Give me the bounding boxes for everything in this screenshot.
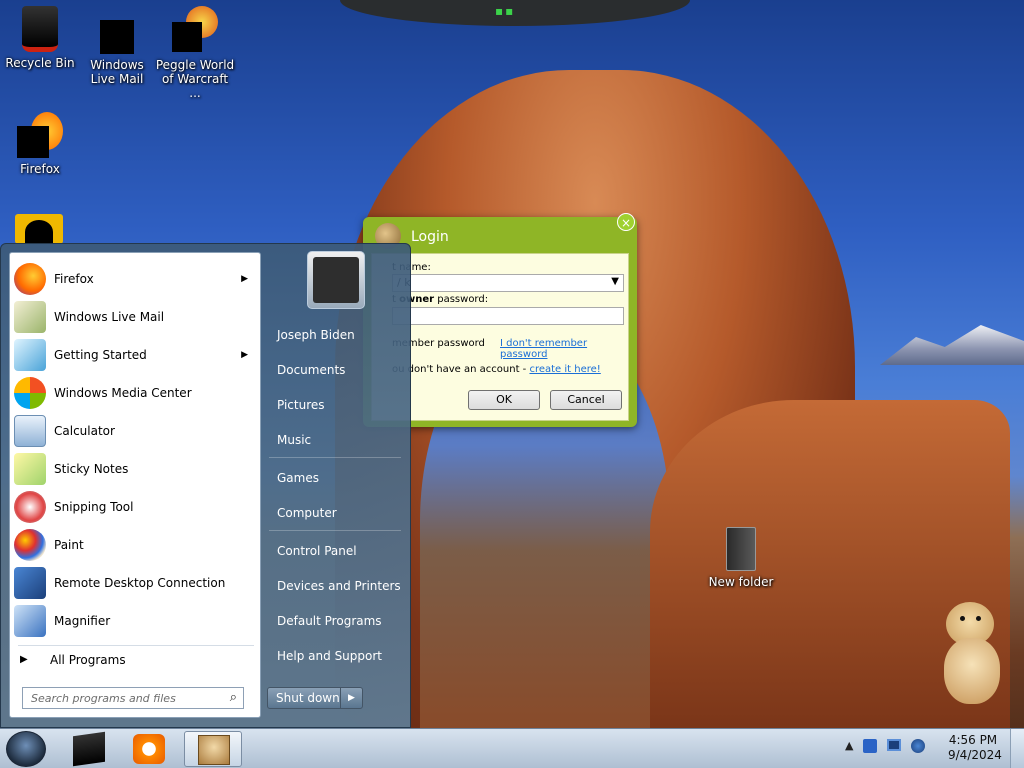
chevron-down-icon: ▼ xyxy=(611,276,619,287)
link-documents[interactable]: Documents xyxy=(277,363,345,377)
folder-icon xyxy=(726,527,756,571)
desktop-icon-label: New folder xyxy=(708,575,774,589)
link-help-and-support[interactable]: Help and Support xyxy=(277,649,382,663)
show-hidden-icons-icon[interactable]: ▲ xyxy=(845,739,853,753)
desktop-icon-label: Firefox xyxy=(20,162,60,176)
media-center-icon xyxy=(14,377,46,409)
program-remote-desktop-connection[interactable]: Remote Desktop Connection xyxy=(12,565,258,601)
program-magnifier[interactable]: Magnifier xyxy=(12,603,258,639)
taskbar-button-mail[interactable] xyxy=(60,731,118,767)
box-app-icon xyxy=(198,735,230,765)
taskbar-button-box-app[interactable] xyxy=(184,731,242,767)
hamster-gadget[interactable] xyxy=(940,602,1006,706)
shutdown-button[interactable]: Shut down ▶ xyxy=(267,687,363,709)
link-user-folder[interactable]: Joseph Biden xyxy=(277,328,355,342)
search-input[interactable]: Search programs and files ⌕ xyxy=(22,687,244,709)
link-default-programs[interactable]: Default Programs xyxy=(277,614,382,628)
desktop-icon-label: Windows Live Mail xyxy=(90,58,144,86)
firefox-icon xyxy=(17,112,63,158)
program-getting-started[interactable]: Getting Started ▶ xyxy=(12,337,258,373)
remote-desktop-icon xyxy=(14,567,46,599)
no-account-text: ou don't have an account - create it her… xyxy=(392,364,601,375)
shutdown-options-arrow-icon[interactable]: ▶ xyxy=(340,688,362,708)
windows-live-mail-icon xyxy=(73,731,105,767)
search-placeholder: Search programs and files xyxy=(31,692,176,705)
link-devices-and-printers[interactable]: Devices and Printers xyxy=(277,579,401,593)
desktop-icon-windows-live-mail[interactable]: Windows Live Mail xyxy=(77,6,157,86)
paint-icon xyxy=(14,529,46,561)
media-player-icon xyxy=(133,734,165,764)
link-pictures[interactable]: Pictures xyxy=(277,398,325,412)
desktop-icon-peggle[interactable]: Peggle World of Warcraft ... xyxy=(155,6,235,100)
show-desktop-button[interactable] xyxy=(1010,729,1024,768)
programs-pane: Firefox ▶ Windows Live Mail Getting Star… xyxy=(9,252,261,718)
display-icon[interactable] xyxy=(887,739,902,751)
wallpaper-mountains xyxy=(880,325,1024,365)
link-music[interactable]: Music xyxy=(277,433,311,447)
divider xyxy=(269,457,401,458)
password-field[interactable] xyxy=(392,307,624,325)
link-computer[interactable]: Computer xyxy=(277,506,337,520)
program-calculator[interactable]: Calculator xyxy=(12,413,258,449)
program-windows-live-mail[interactable]: Windows Live Mail xyxy=(12,299,258,335)
clock[interactable]: 4:56 PM 9/4/2024 xyxy=(948,733,1002,763)
getting-started-icon xyxy=(14,339,46,371)
network-icon[interactable] xyxy=(863,739,878,753)
close-button[interactable]: × xyxy=(617,213,635,231)
system-tray: ▲ xyxy=(845,739,926,753)
program-firefox[interactable]: Firefox ▶ xyxy=(12,261,258,297)
start-menu: Firefox ▶ Windows Live Mail Getting Star… xyxy=(0,243,411,728)
program-sticky-notes[interactable]: Sticky Notes xyxy=(12,451,258,487)
program-snipping-tool[interactable]: Snipping Tool xyxy=(12,489,258,525)
desktop-icon-new-folder[interactable]: New folder xyxy=(701,527,781,589)
desktop-icon-label: Recycle Bin xyxy=(5,56,75,70)
dock-indicator-icon: ▪▪ xyxy=(495,4,516,18)
username-select[interactable]: / k ▼ xyxy=(392,274,624,292)
sticky-notes-icon xyxy=(14,453,46,485)
desktop-icon-firefox[interactable]: Firefox xyxy=(0,112,80,176)
program-paint[interactable]: Paint xyxy=(12,527,258,563)
link-games[interactable]: Games xyxy=(277,471,319,485)
submenu-arrow-icon: ▶ xyxy=(241,274,248,284)
magnifier-icon xyxy=(14,605,46,637)
desktop-icon-recycle-bin[interactable]: Recycle Bin xyxy=(0,6,80,70)
recycle-bin-icon xyxy=(22,6,58,52)
taskbar: ▲ 4:56 PM 9/4/2024 xyxy=(0,728,1024,768)
desktop-icon-partial[interactable] xyxy=(15,214,63,244)
forgot-password-link[interactable]: I don't remember password xyxy=(500,338,628,360)
user-avatar[interactable] xyxy=(307,251,365,309)
firefox-icon xyxy=(14,263,46,295)
calculator-icon xyxy=(14,415,46,447)
peggle-icon xyxy=(172,6,218,54)
submenu-arrow-icon: ▶ xyxy=(241,350,248,360)
cancel-button[interactable]: Cancel xyxy=(550,390,622,410)
divider xyxy=(18,645,254,646)
ok-button[interactable]: OK xyxy=(468,390,540,410)
windows-live-mail-icon xyxy=(14,301,46,333)
clock-date: 9/4/2024 xyxy=(948,748,1002,762)
search-icon: ⌕ xyxy=(229,690,237,705)
divider xyxy=(269,530,401,531)
snipping-tool-icon xyxy=(14,491,46,523)
clock-time: 4:56 PM xyxy=(948,733,998,747)
start-button[interactable] xyxy=(6,731,46,767)
windows-live-mail-icon xyxy=(100,20,134,54)
program-windows-media-center[interactable]: Windows Media Center xyxy=(12,375,258,411)
create-account-link[interactable]: create it here! xyxy=(529,364,600,375)
dialog-title: Login xyxy=(411,229,449,245)
arrow-right-icon: ▶ xyxy=(20,654,28,665)
desktop-icon-label: Peggle World of Warcraft ... xyxy=(155,58,235,100)
volume-icon[interactable] xyxy=(911,739,926,753)
link-control-panel[interactable]: Control Panel xyxy=(277,544,357,558)
taskbar-button-media-player[interactable] xyxy=(120,731,178,767)
